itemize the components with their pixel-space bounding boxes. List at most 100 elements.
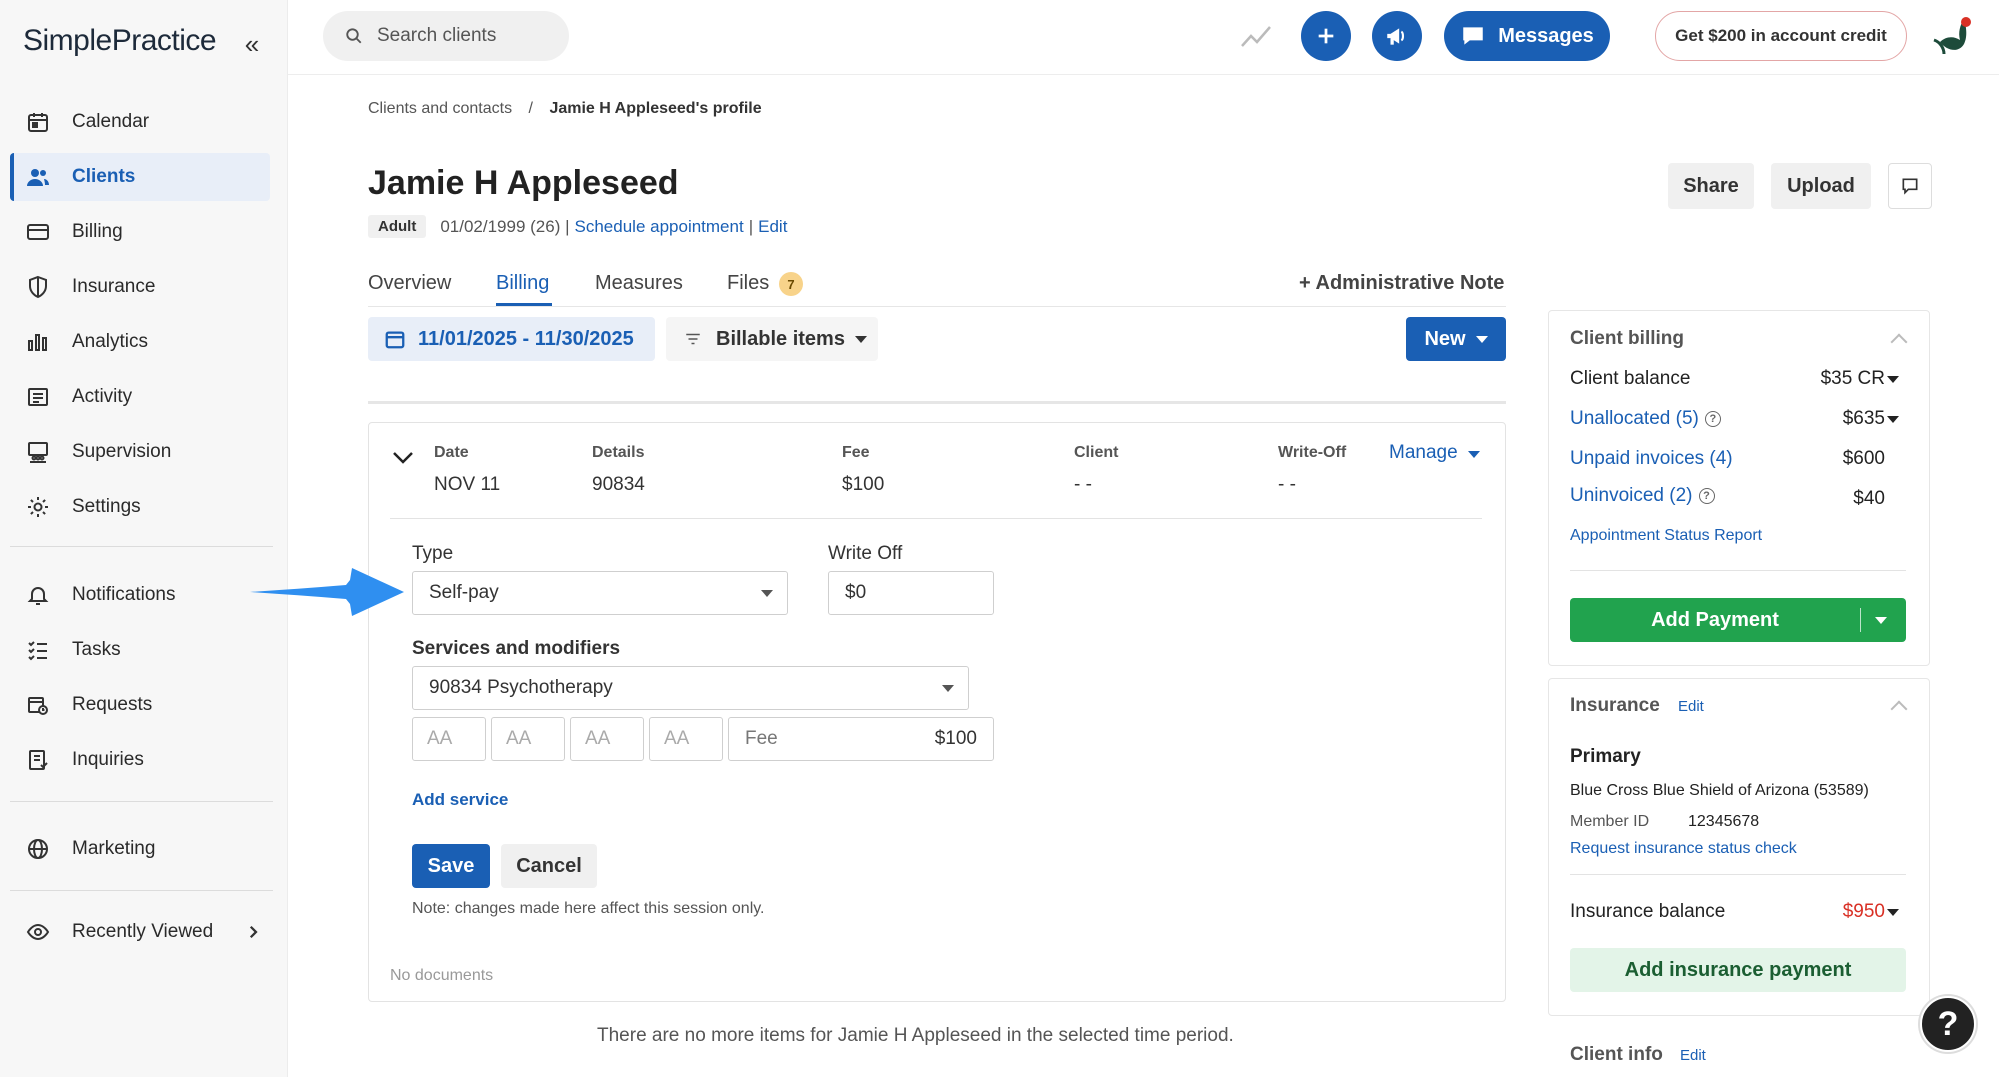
billable-items-filter[interactable]: Billable items [666, 317, 878, 361]
search-input[interactable]: Search clients [323, 11, 569, 61]
sidebar-item-calendar[interactable]: Calendar [10, 98, 270, 146]
edit-client-info-link[interactable]: Edit [1680, 1047, 1706, 1064]
help-icon[interactable]: ? [1704, 411, 1721, 427]
unpaid-invoices-link[interactable]: Unpaid invoices (4) [1570, 448, 1733, 470]
modifier-input-3[interactable]: AA [570, 717, 644, 761]
edit-insurance-link[interactable]: Edit [1678, 698, 1704, 715]
client-meta: Adult 01/02/1999 (26) | Schedule appoint… [368, 215, 787, 238]
insurance-status-check-link[interactable]: Request insurance status check [1570, 840, 1797, 858]
calendar-clock-icon [28, 697, 48, 715]
services-label: Services and modifiers [412, 638, 621, 659]
sidebar-item-notifications[interactable]: Notifications [10, 571, 270, 619]
search-placeholder: Search clients [377, 25, 497, 46]
breadcrumb-parent[interactable]: Clients and contacts [368, 100, 512, 117]
checklist-icon [28, 641, 47, 661]
add-payment-button[interactable]: Add Payment [1570, 598, 1906, 642]
sidebar-item-settings[interactable]: Settings [10, 483, 270, 531]
chevron-down-icon[interactable] [392, 450, 414, 466]
sidebar-item-label: Marketing [72, 838, 156, 859]
sidebar-item-billing[interactable]: Billing [10, 208, 270, 256]
date-range-button[interactable]: 11/01/2025 - 11/30/2025 [368, 317, 655, 361]
modifier-input-1[interactable]: AA [412, 717, 486, 761]
chevron-down-icon [854, 335, 867, 343]
new-button[interactable]: New [1406, 317, 1506, 361]
save-button[interactable]: Save [412, 844, 490, 888]
sidebar-item-tasks[interactable]: Tasks [10, 626, 270, 674]
edit-client-link[interactable]: Edit [758, 217, 787, 237]
type-select[interactable]: Self-pay [412, 571, 788, 615]
sidebar-item-clients[interactable]: Clients [10, 153, 270, 201]
sidebar-item-label: Notifications [72, 584, 176, 605]
tab-measures[interactable]: Measures [595, 272, 683, 295]
messages-label: Messages [1498, 24, 1594, 47]
unpaid-invoices-value: $600 [1842, 448, 1885, 469]
page-title: Jamie H Appleseed [368, 164, 679, 202]
tab-overview[interactable]: Overview [368, 272, 451, 295]
schedule-appointment-link[interactable]: Schedule appointment [575, 217, 744, 237]
chevron-down-icon[interactable] [1887, 416, 1899, 423]
row-write-off: - - [1278, 474, 1296, 495]
unallocated-link[interactable]: Unallocated (5)? [1570, 408, 1721, 430]
tab-billing[interactable]: Billing [496, 272, 549, 295]
chat-bubble-icon [1463, 27, 1483, 45]
chevron-down-icon[interactable] [1875, 616, 1887, 624]
cancel-button[interactable]: Cancel [501, 844, 597, 888]
split-divider [1860, 608, 1861, 632]
type-label: Type [412, 543, 454, 564]
pointer-arrow-icon [250, 568, 404, 616]
help-button[interactable]: ? [1920, 996, 1976, 1052]
sidebar-item-inquiries[interactable]: Inquiries [10, 736, 270, 784]
write-off-input[interactable]: $0 [828, 571, 994, 615]
sidebar-item-supervision[interactable]: Supervision [10, 428, 270, 476]
add-button[interactable] [1301, 11, 1351, 61]
sidebar-item-recently-viewed[interactable]: Recently Viewed [10, 908, 270, 956]
service-select[interactable]: 90834 Psychotherapy [412, 666, 969, 710]
modifier-input-2[interactable]: AA [491, 717, 565, 761]
write-off-value: $0 [845, 582, 867, 603]
member-id-value: 12345678 [1688, 813, 1760, 830]
appointment-status-report-link[interactable]: Appointment Status Report [1570, 527, 1762, 545]
messages-button[interactable]: Messages [1444, 11, 1610, 61]
chevron-down-icon[interactable] [1887, 376, 1899, 383]
plus-icon [1318, 28, 1334, 44]
empty-state-message: There are no more items for Jamie H Appl… [597, 1025, 1234, 1046]
gear-icon [28, 497, 48, 517]
manage-dropdown[interactable]: Manage [1389, 442, 1480, 464]
upload-button[interactable]: Upload [1771, 163, 1871, 209]
add-insurance-payment-button[interactable]: Add insurance payment [1570, 948, 1906, 992]
modifier-input-4[interactable]: AA [649, 717, 723, 761]
sidebar-item-insurance[interactable]: Insurance [10, 263, 270, 311]
topbar-divider [288, 74, 1999, 75]
add-payment-label: Add Payment [1651, 608, 1779, 631]
share-button[interactable]: Share [1668, 163, 1754, 209]
client-balance-value: $35 CR [1820, 368, 1885, 389]
comment-button[interactable] [1888, 163, 1932, 209]
account-credit-button[interactable]: Get $200 in account credit [1655, 11, 1907, 61]
search-icon [346, 28, 362, 44]
app-logo[interactable]: SimplePractice [23, 24, 217, 58]
avatar[interactable] [1930, 14, 1974, 58]
service-fee-input[interactable]: Fee $100 [728, 717, 994, 761]
help-icon[interactable]: ? [1698, 488, 1715, 504]
row-details: 90834 [592, 474, 645, 495]
tab-files[interactable]: Files [727, 272, 769, 295]
sidebar: SimplePractice « Calendar Clients Billin… [0, 0, 288, 1077]
announcements-button[interactable] [1372, 11, 1422, 61]
sidebar-item-requests[interactable]: Requests [10, 681, 270, 729]
globe-icon [28, 839, 48, 859]
add-service-link[interactable]: Add service [412, 790, 508, 810]
chevron-down-icon[interactable] [1887, 909, 1899, 916]
service-value: 90834 Psychotherapy [429, 677, 613, 698]
sidebar-item-label: Billing [72, 221, 123, 242]
sidebar-item-activity[interactable]: Activity [10, 373, 270, 421]
client-dob: 01/02/1999 (26) | [440, 216, 570, 236]
trend-icon[interactable] [1240, 22, 1272, 50]
administrative-note-button[interactable]: + Administrative Note [1299, 272, 1504, 295]
people-icon [27, 169, 49, 186]
uninvoiced-value: $40 [1853, 488, 1885, 509]
filter-icon [686, 333, 700, 345]
sidebar-item-analytics[interactable]: Analytics [10, 318, 270, 366]
sidebar-item-marketing[interactable]: Marketing [10, 825, 270, 873]
uninvoiced-link[interactable]: Uninvoiced (2)? [1570, 485, 1715, 507]
collapse-sidebar-button[interactable]: « [240, 28, 264, 60]
